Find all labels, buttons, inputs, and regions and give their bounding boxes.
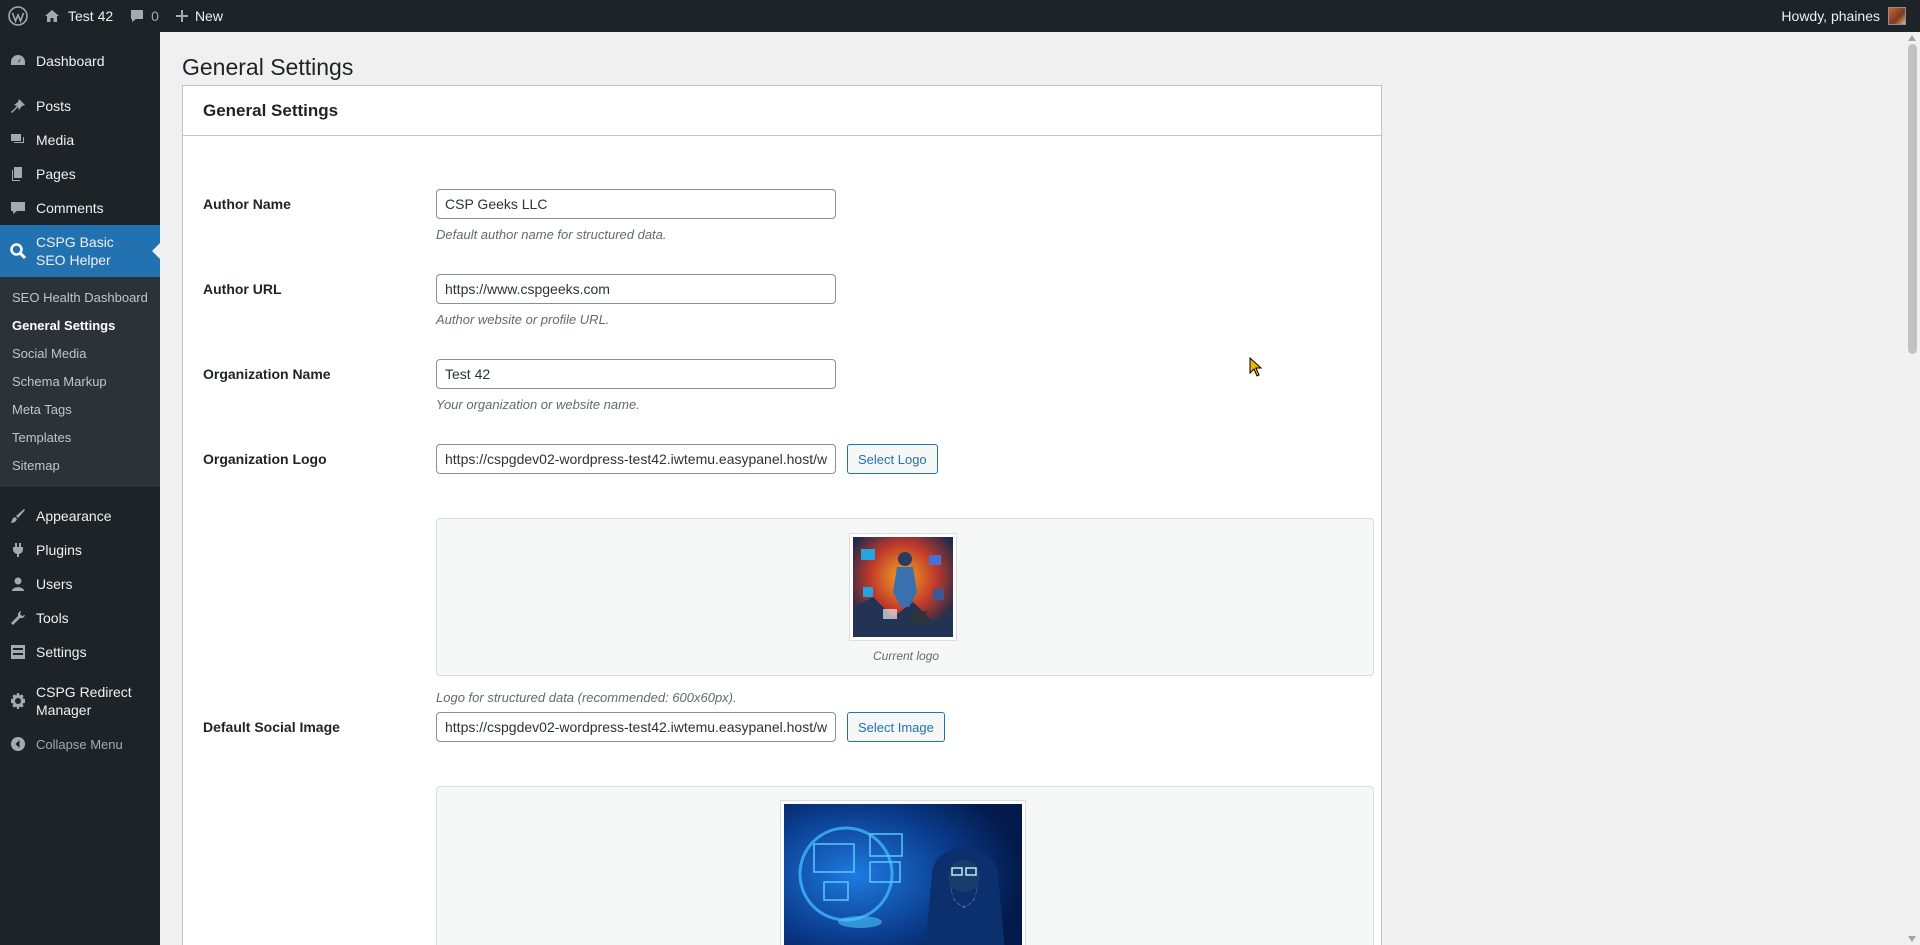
scroll-up-arrow-icon[interactable]: [1908, 35, 1916, 41]
search-icon: [8, 241, 28, 261]
menu-label: Pages: [36, 166, 76, 182]
social-image-preview-box: [436, 786, 1374, 945]
gear-icon: [8, 691, 28, 711]
menu-posts[interactable]: Posts: [0, 89, 160, 123]
submenu-social-media[interactable]: Social Media: [0, 340, 160, 368]
wrench-icon: [8, 608, 28, 628]
org-logo-description: Logo for structured data (recommended: 6…: [436, 690, 737, 705]
menu-label: Comments: [36, 200, 104, 216]
comments-count: 0: [151, 8, 159, 24]
scrollbar-thumb[interactable]: [1908, 44, 1917, 354]
panel-header: General Settings: [183, 86, 1381, 136]
submenu-sitemap[interactable]: Sitemap: [0, 452, 160, 480]
menu-label: Appearance: [36, 508, 112, 524]
org-logo-label: Organization Logo: [203, 451, 327, 467]
page-scrollbar[interactable]: [1905, 32, 1920, 945]
menu-pages[interactable]: Pages: [0, 157, 160, 191]
submenu-general-settings[interactable]: General Settings: [0, 312, 160, 340]
menu-cspg-basic-seo-helper[interactable]: CSPG Basic SEO Helper: [0, 225, 160, 277]
admin-sidebar: Dashboard Posts Media Pages Comments CSP…: [0, 32, 160, 945]
dashboard-icon: [8, 51, 28, 71]
mouse-cursor-icon: [1249, 356, 1263, 382]
plus-icon: [175, 9, 189, 23]
org-name-description: Your organization or website name.: [436, 397, 640, 412]
plug-icon: [8, 540, 28, 560]
page-title: General Settings: [182, 54, 354, 80]
menu-label: Plugins: [36, 542, 82, 558]
submenu-seo-health-dashboard[interactable]: SEO Health Dashboard: [0, 284, 160, 312]
new-content-link[interactable]: New: [167, 0, 231, 32]
menu-label: Settings: [36, 644, 87, 660]
menu-media[interactable]: Media: [0, 123, 160, 157]
account-menu[interactable]: Howdy, phaines: [1781, 7, 1920, 25]
author-url-description: Author website or profile URL.: [436, 312, 610, 327]
menu-label: CSPG Redirect Manager: [36, 684, 132, 718]
menu-cspg-redirect-manager[interactable]: CSPG Redirect Manager: [0, 675, 160, 727]
media-icon: [8, 130, 28, 150]
new-label: New: [194, 8, 223, 24]
social-image-url-input[interactable]: https://cspgdev02-wordpress-test42.iwtem…: [436, 712, 836, 742]
settings-panel: General Settings Author Name CSP Geeks L…: [182, 85, 1382, 945]
pin-icon: [8, 96, 28, 116]
admin-bar: Test 42 0 New Howdy, phaines: [0, 0, 1920, 32]
howdy-text: Howdy, phaines: [1781, 8, 1880, 24]
wordpress-logo-icon[interactable]: [0, 0, 36, 32]
org-name-input[interactable]: Test 42: [436, 359, 836, 389]
collapse-label: Collapse Menu: [36, 736, 123, 752]
logo-preview-box: Current logo: [436, 518, 1374, 676]
submenu-templates[interactable]: Templates: [0, 424, 160, 452]
submenu-meta-tags[interactable]: Meta Tags: [0, 396, 160, 424]
brush-icon: [8, 506, 28, 526]
select-logo-button[interactable]: Select Logo: [847, 444, 938, 474]
main-content: General Settings General Settings Author…: [160, 32, 1905, 945]
menu-plugins[interactable]: Plugins: [0, 533, 160, 567]
menu-appearance[interactable]: Appearance: [0, 499, 160, 533]
menu-label: CSPG Basic SEO Helper: [36, 234, 114, 268]
scroll-down-arrow-icon[interactable]: [1908, 936, 1916, 942]
menu-label: Dashboard: [36, 53, 105, 69]
site-name: Test 42: [68, 8, 114, 24]
org-name-label: Organization Name: [203, 366, 331, 382]
author-name-description: Default author name for structured data.: [436, 227, 667, 242]
select-image-button[interactable]: Select Image: [847, 712, 945, 742]
submenu-schema-markup[interactable]: Schema Markup: [0, 368, 160, 396]
comment-icon: [8, 198, 28, 218]
site-name-link[interactable]: Test 42: [36, 0, 121, 32]
comments-link[interactable]: 0: [121, 0, 167, 32]
menu-label: Tools: [36, 610, 69, 626]
menu-comments[interactable]: Comments: [0, 191, 160, 225]
avatar: [1888, 7, 1906, 25]
social-image: [780, 800, 1026, 945]
menu-label: Media: [36, 132, 75, 148]
pages-icon: [8, 164, 28, 184]
author-name-label: Author Name: [203, 196, 291, 212]
menu-label: Users: [36, 576, 73, 592]
tab-general-settings[interactable]: General Settings: [183, 86, 359, 136]
author-url-input[interactable]: https://www.cspgeeks.com: [436, 274, 836, 304]
logo-caption: Current logo: [873, 649, 940, 663]
collapse-icon: [8, 734, 28, 754]
comment-icon: [129, 8, 145, 24]
home-icon: [44, 8, 60, 24]
author-url-label: Author URL: [203, 281, 282, 297]
menu-users[interactable]: Users: [0, 567, 160, 601]
author-name-input[interactable]: CSP Geeks LLC: [436, 189, 836, 219]
logo-image: [849, 533, 957, 641]
menu-tools[interactable]: Tools: [0, 601, 160, 635]
menu-label: Posts: [36, 98, 72, 114]
menu-dashboard[interactable]: Dashboard: [0, 44, 160, 78]
social-image-label: Default Social Image: [203, 719, 340, 735]
user-icon: [8, 574, 28, 594]
menu-settings[interactable]: Settings: [0, 635, 160, 669]
seo-helper-submenu: SEO Health Dashboard General Settings So…: [0, 277, 160, 487]
collapse-menu-button[interactable]: Collapse Menu: [0, 727, 160, 761]
settings-sliders-icon: [8, 642, 28, 662]
org-logo-url-input[interactable]: https://cspgdev02-wordpress-test42.iwtem…: [436, 444, 836, 474]
